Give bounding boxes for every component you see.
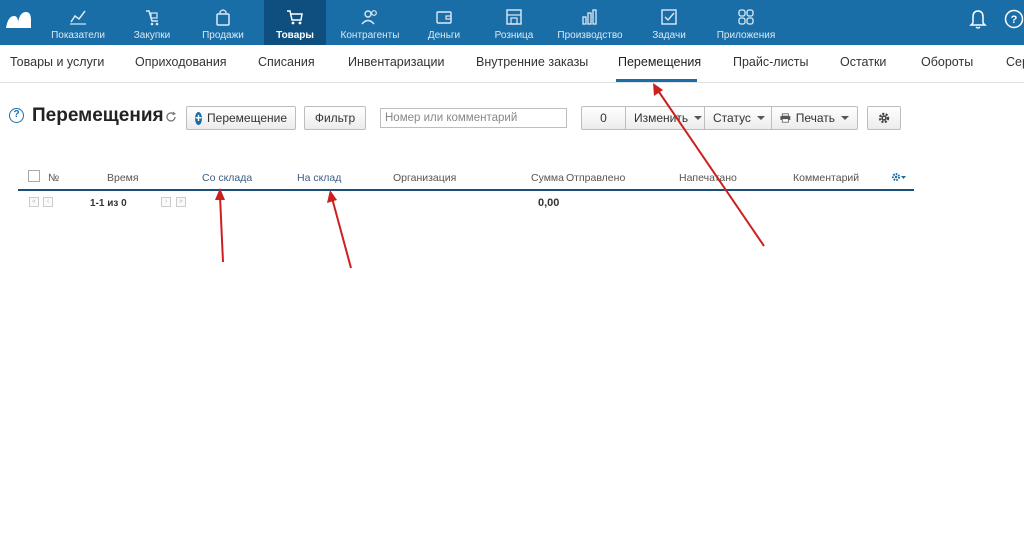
change-label: Изменить <box>634 111 689 125</box>
nav-label: Показатели <box>51 30 105 41</box>
search-input[interactable] <box>380 108 567 128</box>
nav-label: Деньги <box>427 30 461 41</box>
nav-item-kontragenty[interactable]: Контрагенты <box>334 0 406 45</box>
status-dropdown[interactable]: Статус <box>704 106 772 130</box>
add-transfer-button[interactable]: + Перемещение <box>186 106 296 130</box>
subnav-item-inventarizatsii[interactable]: Инвентаризации <box>348 55 445 69</box>
pager-last-icon[interactable]: » <box>176 197 186 207</box>
nav-label: Товары <box>276 30 314 41</box>
help-icon[interactable]: ? <box>9 108 24 123</box>
nav-item-roznitsa[interactable]: Розница <box>484 0 544 45</box>
people-icon <box>360 7 380 27</box>
arrow-to-to-warehouse <box>331 197 352 269</box>
apps-icon <box>736 7 756 27</box>
pager-status: 1-1 из 0 <box>90 198 127 209</box>
svg-text:?: ? <box>1011 14 1018 26</box>
filter-label: Фильтр <box>314 111 356 125</box>
pager-prev-icon[interactable]: ‹ <box>43 197 53 207</box>
arrowhead <box>653 83 663 96</box>
cart-icon <box>285 7 305 27</box>
nav-label: Задачи <box>652 30 686 41</box>
refresh-icon[interactable] <box>165 111 177 123</box>
nav-item-proizvodstvo[interactable]: Производство <box>552 0 628 45</box>
settings-button[interactable] <box>867 106 901 130</box>
nav-label: Приложения <box>716 30 776 41</box>
nav-label: Продажи <box>202 30 244 41</box>
nav-label: Закупки <box>133 30 171 41</box>
active-tab-indicator <box>616 79 697 82</box>
column-header-sum[interactable]: Сумма <box>531 172 564 184</box>
add-transfer-label: Перемещение <box>207 111 288 125</box>
selected-count: 0 <box>581 106 626 130</box>
printer-icon <box>780 113 791 123</box>
selected-count-value: 0 <box>600 111 607 125</box>
status-label: Статус <box>713 111 751 125</box>
chevron-down-icon <box>756 116 765 120</box>
column-header-sent[interactable]: Отправлено <box>566 172 625 184</box>
gear-icon <box>878 112 890 124</box>
bell-icon[interactable] <box>968 8 988 30</box>
column-header-time[interactable]: Время <box>107 172 139 184</box>
nav-item-prilozheniya[interactable]: Приложения <box>710 0 782 45</box>
factory-icon <box>580 7 600 27</box>
subnav-item-peremescheniya[interactable]: Перемещения <box>618 55 701 69</box>
select-all-checkbox[interactable] <box>28 170 40 182</box>
change-dropdown[interactable]: Изменить <box>625 106 705 130</box>
column-header-number[interactable]: № <box>48 172 59 184</box>
subnav-item-spisaniya[interactable]: Списания <box>258 55 315 69</box>
pager-first-icon[interactable]: « <box>29 197 39 207</box>
filter-button[interactable]: Фильтр <box>304 106 366 130</box>
subnav-item-more[interactable]: Сер <box>1006 55 1024 69</box>
sum-total: 0,00 <box>538 197 560 209</box>
sub-navigation-bar: Товары и услуги Оприходования Списания И… <box>0 45 1024 83</box>
subnav-item-ostatki[interactable]: Остатки <box>840 55 886 69</box>
purchase-icon <box>142 7 162 27</box>
bag-icon <box>213 7 233 27</box>
nav-item-zadachi[interactable]: Задачи <box>638 0 700 45</box>
table-header-divider <box>18 189 914 191</box>
nav-label: Производство <box>557 30 623 41</box>
print-dropdown[interactable]: Печать <box>771 106 858 130</box>
column-header-comment[interactable]: Комментарий <box>793 172 859 184</box>
column-header-organization[interactable]: Организация <box>393 172 456 184</box>
column-settings-icon[interactable] <box>891 171 907 183</box>
nav-label: Контрагенты <box>340 30 400 41</box>
subnav-item-tovary-i-uslugi[interactable]: Товары и услуги <box>10 55 104 69</box>
logo-icon[interactable] <box>4 8 32 30</box>
column-header-from-warehouse[interactable]: Со склада <box>202 172 252 184</box>
chart-icon <box>68 7 88 27</box>
chevron-down-icon <box>694 116 703 120</box>
top-navigation-bar: Показатели Закупки Продажи Товары Контра… <box>0 0 1024 45</box>
arrow-to-from-warehouse <box>219 195 224 263</box>
plus-icon: + <box>195 110 203 125</box>
subnav-item-vnutrennie-zakazy[interactable]: Внутренние заказы <box>476 55 588 69</box>
subnav-item-prays-listy[interactable]: Прайс-листы <box>733 55 809 69</box>
subnav-item-oboroty[interactable]: Обороты <box>921 55 973 69</box>
nav-item-pokazateli[interactable]: Показатели <box>40 0 116 45</box>
task-icon <box>659 7 679 27</box>
subnav-item-oprikhodovaniya[interactable]: Оприходования <box>135 55 227 69</box>
column-header-to-warehouse[interactable]: На склад <box>297 172 341 184</box>
nav-item-zakupki[interactable]: Закупки <box>120 0 184 45</box>
arrowhead <box>327 190 337 203</box>
column-header-printed[interactable]: Напечатано <box>679 172 737 184</box>
nav-item-tovary[interactable]: Товары <box>264 0 326 45</box>
store-icon <box>504 7 524 27</box>
wallet-icon <box>434 7 454 27</box>
nav-item-prodazhi[interactable]: Продажи <box>190 0 256 45</box>
nav-label: Розница <box>494 30 534 41</box>
chevron-down-icon <box>841 116 849 120</box>
help-circle-icon[interactable]: ? <box>1004 8 1024 30</box>
print-label: Печать <box>795 111 835 125</box>
page-title: Перемещения <box>32 105 164 126</box>
pager-next-icon[interactable]: › <box>161 197 171 207</box>
nav-item-dengi[interactable]: Деньги <box>414 0 474 45</box>
